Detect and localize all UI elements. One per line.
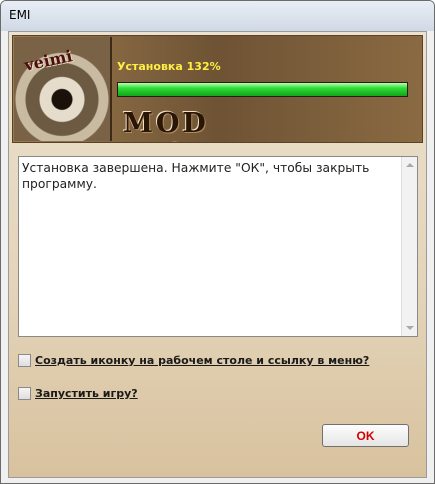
logo-icon: veimi [14, 37, 112, 141]
desktop-shortcut-label[interactable]: Создать иконку на рабочем столе и ссылку… [35, 354, 369, 367]
installation-status: Установка 132% [117, 60, 221, 73]
installer-window: EMI veimi Установка 132% MOD INSTALLER У… [0, 0, 435, 484]
scroll-down-icon[interactable] [406, 326, 414, 330]
launch-game-option[interactable]: Запустить игру? [18, 387, 138, 400]
installer-banner: veimi Установка 132% MOD INSTALLER [12, 35, 423, 143]
desktop-shortcut-checkbox[interactable] [18, 354, 31, 367]
launch-game-checkbox[interactable] [18, 387, 31, 400]
dialog-client-area: veimi Установка 132% MOD INSTALLER Устан… [8, 31, 427, 478]
installation-log[interactable]: Установка завершена. Нажмите "ОК", чтобы… [18, 156, 418, 337]
scroll-up-icon[interactable] [406, 163, 414, 167]
title-bar: EMI [1, 1, 434, 31]
log-message: Установка завершена. Нажмите "ОК", чтобы… [22, 161, 370, 191]
brand-title: MOD INSTALLER [123, 108, 324, 142]
logo-text: veimi [22, 46, 75, 75]
launch-game-label[interactable]: Запустить игру? [35, 387, 138, 400]
ok-button[interactable]: OK [322, 424, 409, 447]
window-title: EMI [9, 8, 31, 22]
desktop-shortcut-option[interactable]: Создать иконку на рабочем столе и ссылку… [18, 354, 369, 367]
progress-bar [117, 82, 408, 97]
log-scrollbar[interactable] [401, 157, 417, 336]
progress-fill [118, 83, 407, 96]
